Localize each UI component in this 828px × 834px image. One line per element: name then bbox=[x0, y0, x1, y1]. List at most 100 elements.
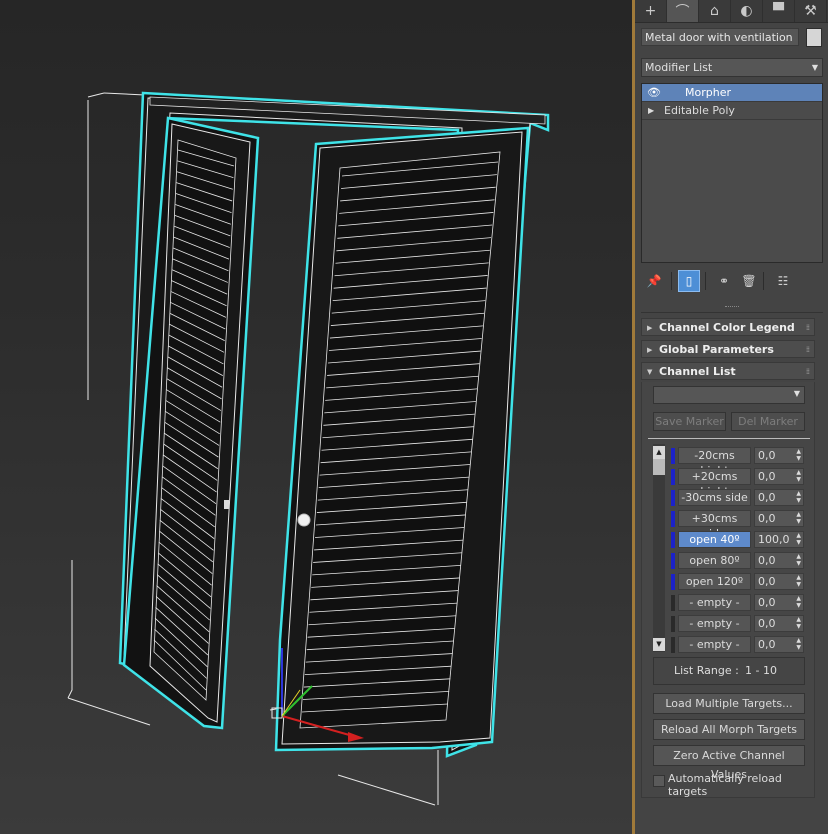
scroll-down-icon[interactable]: ▼ bbox=[653, 638, 665, 651]
load-multiple-targets-button[interactable]: Load Multiple Targets... bbox=[653, 693, 805, 714]
spinner-arrows-icon[interactable]: ▲ ▼ bbox=[796, 532, 801, 546]
channel-value-spinner[interactable]: 0,0 ▲ ▼ bbox=[754, 552, 804, 569]
channel-row[interactable]: +30cms side 0,0 ▲▼ bbox=[671, 509, 807, 540]
show-end-result-icon[interactable]: ▯ bbox=[678, 270, 700, 292]
scroll-up-icon[interactable]: ▲ bbox=[653, 446, 665, 459]
channel-scrollbar[interactable]: ▲ ▼ bbox=[653, 444, 665, 652]
remove-modifier-icon[interactable]: 🗑 bbox=[738, 270, 760, 292]
channel-value-spinner[interactable]: 0,0 ▲ ▼ bbox=[754, 636, 804, 653]
channel-color-indicator bbox=[671, 574, 675, 590]
channel-value-spinner[interactable]: 100,0 ▲ ▼ bbox=[754, 531, 804, 548]
spinner-arrows-icon[interactable]: ▲ ▼ bbox=[796, 511, 801, 525]
channel-value-spinner[interactable]: 0,0 ▲ ▼ bbox=[754, 510, 804, 527]
modifier-stack: 👁 Morpher ▶ Editable Poly bbox=[641, 83, 823, 263]
channel-color-indicator bbox=[671, 448, 675, 464]
configure-sets-icon[interactable]: ☷ bbox=[772, 270, 794, 292]
spinner-arrows-icon[interactable]: ▲ ▼ bbox=[796, 469, 801, 483]
drag-handle-icon[interactable]: ⁞⁞ bbox=[806, 363, 810, 381]
channel-value: 0,0 bbox=[758, 554, 776, 567]
stack-item-label: Morpher bbox=[685, 86, 731, 99]
marker-dropdown[interactable]: ▼ bbox=[653, 386, 805, 404]
list-range-box: List Range : 1 - 10 bbox=[653, 657, 805, 685]
channel-name-button[interactable]: open 80º bbox=[678, 552, 751, 569]
modifier-list-dropdown[interactable]: Modifier List ▼ bbox=[641, 58, 823, 77]
collapse-triangle-icon: ▼ bbox=[647, 368, 653, 376]
channel-value-spinner[interactable]: 0,0 ▲ ▼ bbox=[754, 594, 804, 611]
spinner-arrows-icon[interactable]: ▲ ▼ bbox=[796, 595, 801, 609]
channel-name-button[interactable]: -20cms hight bbox=[678, 447, 751, 477]
channel-row[interactable]: open 80º 0,0 ▲ ▼ bbox=[671, 551, 807, 569]
drag-handle-icon[interactable]: ⁞⁞ bbox=[806, 319, 810, 337]
channel-row[interactable]: +20cms hight 0,0 ▲▼ bbox=[671, 467, 807, 498]
channel-row[interactable]: -30cms side 0,0 ▲ ▼ bbox=[671, 488, 807, 506]
rollout-channel-list[interactable]: ▼ Channel List ⁞⁞ bbox=[641, 362, 815, 380]
channel-color-indicator bbox=[671, 490, 675, 506]
channel-row[interactable]: open 40º 100,0 ▲ ▼ bbox=[671, 530, 807, 548]
make-unique-icon[interactable]: ⚭ bbox=[713, 270, 735, 292]
list-range-label: List Range : bbox=[674, 664, 739, 677]
expand-triangle-icon: ▶ bbox=[647, 346, 653, 354]
expand-triangle-icon: ▶ bbox=[647, 324, 653, 332]
motion-tab-icon[interactable]: ◐ bbox=[731, 0, 763, 22]
channel-value: 0,0 bbox=[758, 512, 776, 525]
channel-name-button[interactable]: open 120º bbox=[678, 573, 751, 590]
channel-value-spinner[interactable]: 0,0 ▲ ▼ bbox=[754, 573, 804, 590]
auto-reload-checkbox[interactable] bbox=[653, 775, 665, 787]
channel-row[interactable]: - empty - 0,0 ▲ ▼ bbox=[671, 635, 807, 653]
channel-value-spinner[interactable]: 0,0 ▲ ▼ bbox=[754, 489, 804, 506]
channel-value: 0,0 bbox=[758, 638, 776, 651]
channel-color-indicator bbox=[671, 595, 675, 611]
utilities-tab-icon[interactable]: ⚒ bbox=[795, 0, 827, 22]
channel-list-body: ▼ Save Marker Del Marker ▲ ▼ -20cms high… bbox=[641, 382, 815, 798]
channel-row[interactable]: - empty - 0,0 ▲ ▼ bbox=[671, 593, 807, 611]
del-marker-button[interactable]: Del Marker bbox=[731, 412, 805, 431]
command-panel: + ⌒ ⌂ ◐ ▀ ⚒ Metal door with ventilation … bbox=[635, 0, 828, 834]
channel-name-button[interactable]: - empty - bbox=[678, 594, 751, 611]
expand-triangle-icon[interactable]: ▶ bbox=[648, 102, 654, 119]
spinner-arrows-icon[interactable]: ▲ ▼ bbox=[796, 553, 801, 567]
3d-viewport[interactable] bbox=[0, 0, 632, 834]
create-tab-icon[interactable]: + bbox=[635, 0, 667, 22]
spinner-arrows-icon[interactable]: ▲ ▼ bbox=[796, 574, 801, 588]
modify-tab-icon[interactable]: ⌒ bbox=[667, 0, 699, 22]
channel-row[interactable]: open 120º 0,0 ▲ ▼ bbox=[671, 572, 807, 590]
divider bbox=[648, 438, 810, 439]
channel-row[interactable]: -20cms hight 0,0 ▲▼ bbox=[671, 446, 807, 477]
hierarchy-tab-icon[interactable]: ⌂ bbox=[699, 0, 731, 22]
display-tab-icon[interactable]: ▀ bbox=[763, 0, 795, 22]
channel-value-spinner[interactable]: 0,0 ▲ ▼ bbox=[754, 447, 804, 464]
object-name-field[interactable]: Metal door with ventilation bbox=[641, 28, 799, 46]
reload-all-morph-targets-button[interactable]: Reload All Morph Targets bbox=[653, 719, 805, 740]
eye-icon[interactable]: 👁 bbox=[647, 84, 661, 101]
channel-color-indicator bbox=[671, 469, 675, 485]
channel-value: 100,0 bbox=[758, 533, 790, 546]
scroll-thumb[interactable] bbox=[653, 459, 665, 475]
channel-name-button[interactable]: +30cms side bbox=[678, 510, 751, 540]
spinner-arrows-icon[interactable]: ▲ ▼ bbox=[796, 448, 801, 462]
drag-handle-icon[interactable]: ⁞⁞ bbox=[806, 341, 810, 359]
rollout-global-parameters[interactable]: ▶ Global Parameters ⁞⁞ bbox=[641, 340, 815, 358]
channel-name-button[interactable]: -30cms side bbox=[678, 489, 751, 506]
channel-row[interactable]: - empty - 0,0 ▲ ▼ bbox=[671, 614, 807, 632]
channel-name-button[interactable]: - empty - bbox=[678, 615, 751, 632]
pin-stack-icon[interactable]: 📌 bbox=[643, 270, 665, 292]
channel-name-button[interactable]: +20cms hight bbox=[678, 468, 751, 498]
rollout-channel-color-legend[interactable]: ▶ Channel Color Legend ⁞⁞ bbox=[641, 318, 815, 336]
channel-value-spinner[interactable]: 0,0 ▲ ▼ bbox=[754, 615, 804, 632]
spinner-arrows-icon[interactable]: ▲ ▼ bbox=[796, 637, 801, 651]
chevron-down-icon: ▼ bbox=[811, 63, 818, 72]
stack-toolbar: 📌 ▯ ⚭ 🗑 ☷ bbox=[641, 270, 823, 292]
zero-active-channel-values-button[interactable]: Zero Active Channel Values bbox=[653, 745, 805, 781]
channel-value-spinner[interactable]: 0,0 ▲ ▼ bbox=[754, 468, 804, 485]
spinner-arrows-icon[interactable]: ▲ ▼ bbox=[796, 490, 801, 504]
channel-name-button[interactable]: open 40º bbox=[678, 531, 751, 548]
auto-reload-label: Automatically reload targets bbox=[668, 772, 782, 798]
save-marker-button[interactable]: Save Marker bbox=[653, 412, 726, 431]
stack-item-editable-poly[interactable]: ▶ Editable Poly bbox=[642, 102, 822, 120]
channel-color-indicator bbox=[671, 553, 675, 569]
channel-color-indicator bbox=[671, 511, 675, 527]
object-color-swatch[interactable] bbox=[806, 28, 822, 47]
stack-item-morpher[interactable]: 👁 Morpher bbox=[642, 84, 822, 102]
channel-name-button[interactable]: - empty - bbox=[678, 636, 751, 653]
spinner-arrows-icon[interactable]: ▲ ▼ bbox=[796, 616, 801, 630]
